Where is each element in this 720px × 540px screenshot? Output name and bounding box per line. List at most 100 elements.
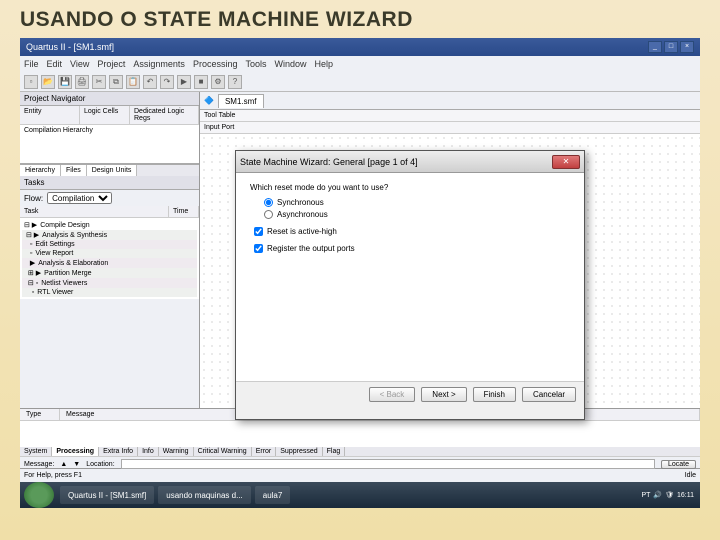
status-right: Idle	[685, 472, 696, 479]
menu-window[interactable]: Window	[274, 59, 306, 69]
project-navigator-header: Project Navigator	[20, 92, 199, 106]
windows-taskbar: Quartus II - [SM1.smf] usando maquinas d…	[20, 482, 700, 508]
taskbar-item-folder[interactable]: aula7	[255, 486, 291, 504]
radio-asynchronous[interactable]	[264, 210, 273, 219]
msg-tab-critical[interactable]: Critical Warning	[194, 447, 252, 456]
tasks-header: Tasks	[20, 176, 199, 190]
nav-col-logic[interactable]: Logic Cells	[80, 106, 130, 124]
save-icon[interactable]: 💾	[58, 75, 72, 89]
tasks-panel: Tasks Flow: Compilation Task Time ⊟ ▶Com…	[20, 176, 199, 408]
slide: USANDO O STATE MACHINE WIZARD Quartus II…	[0, 0, 720, 540]
wizard-back-button[interactable]: < Back	[369, 387, 416, 402]
language-indicator[interactable]: PT	[641, 492, 650, 499]
menu-view[interactable]: View	[70, 59, 89, 69]
maximize-button[interactable]: □	[664, 41, 678, 53]
msg-col-type[interactable]: Type	[20, 409, 60, 420]
checkbox-active-high[interactable]	[254, 227, 263, 236]
copy-icon[interactable]: ⧉	[109, 75, 123, 89]
cut-icon[interactable]: ✂	[92, 75, 106, 89]
nav-row-hierarchy[interactable]: Compilation Hierarchy	[20, 125, 199, 136]
msg-tab-warning[interactable]: Warning	[159, 447, 194, 456]
task-row[interactable]: ▫View Report	[22, 249, 197, 258]
menu-project[interactable]: Project	[97, 59, 125, 69]
msg-tab-suppressed[interactable]: Suppressed	[276, 447, 322, 456]
wizard-cancel-button[interactable]: Cancelar	[522, 387, 576, 402]
msg-tab-extra-info[interactable]: Extra Info	[99, 447, 138, 456]
paste-icon[interactable]: 📋	[126, 75, 140, 89]
undo-icon[interactable]: ↶	[143, 75, 157, 89]
task-row[interactable]: ⊟ ▫Netlist Viewers	[22, 278, 197, 288]
slide-title: USANDO O STATE MACHINE WIZARD	[20, 8, 700, 32]
redo-icon[interactable]: ↷	[160, 75, 174, 89]
msg-tab-flag[interactable]: Flag	[323, 447, 346, 456]
menu-tools[interactable]: Tools	[245, 59, 266, 69]
compile-icon[interactable]: ▶	[177, 75, 191, 89]
wizard-close-button[interactable]: ✕	[552, 155, 580, 169]
wizard-next-button[interactable]: Next >	[421, 387, 466, 402]
tool-input-port[interactable]: Input Port	[200, 122, 700, 134]
task-row[interactable]: ⊟ ▶Analysis & Synthesis	[22, 230, 197, 240]
message-footer-label: Message:	[24, 461, 54, 468]
checkbox-active-high-row: Reset is active-high	[254, 227, 570, 236]
wizard-finish-button[interactable]: Finish	[473, 387, 516, 402]
settings-icon[interactable]: ⚙	[211, 75, 225, 89]
task-row[interactable]: ⊟ ▶Compile Design	[22, 220, 197, 230]
radio-synchronous-label: Synchronous	[277, 198, 324, 207]
menu-help[interactable]: Help	[315, 59, 334, 69]
wizard-titlebar[interactable]: State Machine Wizard: General [page 1 of…	[236, 151, 584, 173]
message-tabs: System Processing Extra Info Info Warnin…	[20, 447, 700, 456]
ide-titlebar[interactable]: Quartus II - [SM1.smf] _ □ ×	[20, 38, 700, 56]
stop-icon[interactable]: ■	[194, 75, 208, 89]
clock[interactable]: 16:11	[677, 492, 694, 499]
nav-tab-design-units[interactable]: Design Units	[87, 165, 138, 176]
nav-col-entity[interactable]: Entity	[20, 106, 80, 124]
statusbar: For Help, press F1 Idle	[20, 468, 700, 482]
msg-tab-processing[interactable]: Processing	[52, 447, 99, 456]
flow-select[interactable]: Compilation	[47, 192, 112, 204]
task-row[interactable]: ▫Edit Settings	[22, 240, 197, 249]
taskbar-item-presentation[interactable]: usando maquinas d...	[158, 486, 251, 504]
menu-file[interactable]: File	[24, 59, 39, 69]
menu-assignments[interactable]: Assignments	[133, 59, 185, 69]
minimize-button[interactable]: _	[648, 41, 662, 53]
msg-tab-info[interactable]: Info	[138, 447, 159, 456]
help-icon[interactable]: ?	[228, 75, 242, 89]
tasks-flow: Flow: Compilation	[20, 190, 199, 206]
checkbox-register-outputs[interactable]	[254, 244, 263, 253]
tool-table-header: Tool Table	[200, 110, 700, 122]
taskbar-item-quartus[interactable]: Quartus II - [SM1.smf]	[60, 486, 154, 504]
tray-icon[interactable]: 🛡	[665, 491, 674, 499]
wizard-body: Which reset mode do you want to use? Syn…	[236, 173, 584, 381]
new-icon[interactable]: ▫	[24, 75, 38, 89]
menu-processing[interactable]: Processing	[193, 59, 238, 69]
msg-up-icon[interactable]: ▲	[60, 461, 67, 468]
checkbox-register-outputs-label: Register the output ports	[267, 244, 355, 253]
open-icon[interactable]: 📂	[41, 75, 55, 89]
menu-edit[interactable]: Edit	[47, 59, 63, 69]
close-button[interactable]: ×	[680, 41, 694, 53]
ide-title-text: Quartus II - [SM1.smf]	[26, 42, 114, 52]
task-row[interactable]: ⊞ ▶Partition Merge	[22, 268, 197, 278]
tray-icon[interactable]: 🔊	[653, 491, 662, 499]
system-tray[interactable]: PT 🔊 🛡 16:11	[635, 491, 700, 499]
msg-down-icon[interactable]: ▼	[73, 461, 80, 468]
location-field[interactable]	[121, 459, 655, 469]
radio-synchronous[interactable]	[264, 198, 273, 207]
document-tab[interactable]: SM1.smf	[218, 94, 264, 108]
tasks-col-time[interactable]: Time	[169, 206, 199, 217]
start-button[interactable]	[24, 482, 54, 508]
toolbar: ▫ 📂 💾 🖨 ✂ ⧉ 📋 ↶ ↷ ▶ ■ ⚙ ?	[20, 72, 700, 92]
tasks-col-task[interactable]: Task	[20, 206, 169, 217]
location-label: Location:	[86, 461, 114, 468]
print-icon[interactable]: 🖨	[75, 75, 89, 89]
project-navigator-table: Entity Logic Cells Dedicated Logic Regs …	[20, 106, 199, 164]
nav-tab-hierarchy[interactable]: Hierarchy	[20, 165, 61, 176]
task-row[interactable]: ▶Analysis & Elaboration	[22, 258, 197, 268]
nav-tab-files[interactable]: Files	[61, 165, 87, 176]
msg-tab-error[interactable]: Error	[252, 447, 277, 456]
locate-button[interactable]: Locate	[661, 460, 696, 469]
task-row[interactable]: ▫RTL Viewer	[22, 288, 197, 297]
messages-body[interactable]	[20, 421, 700, 447]
nav-col-regs[interactable]: Dedicated Logic Regs	[130, 106, 199, 124]
msg-tab-system[interactable]: System	[20, 447, 52, 456]
